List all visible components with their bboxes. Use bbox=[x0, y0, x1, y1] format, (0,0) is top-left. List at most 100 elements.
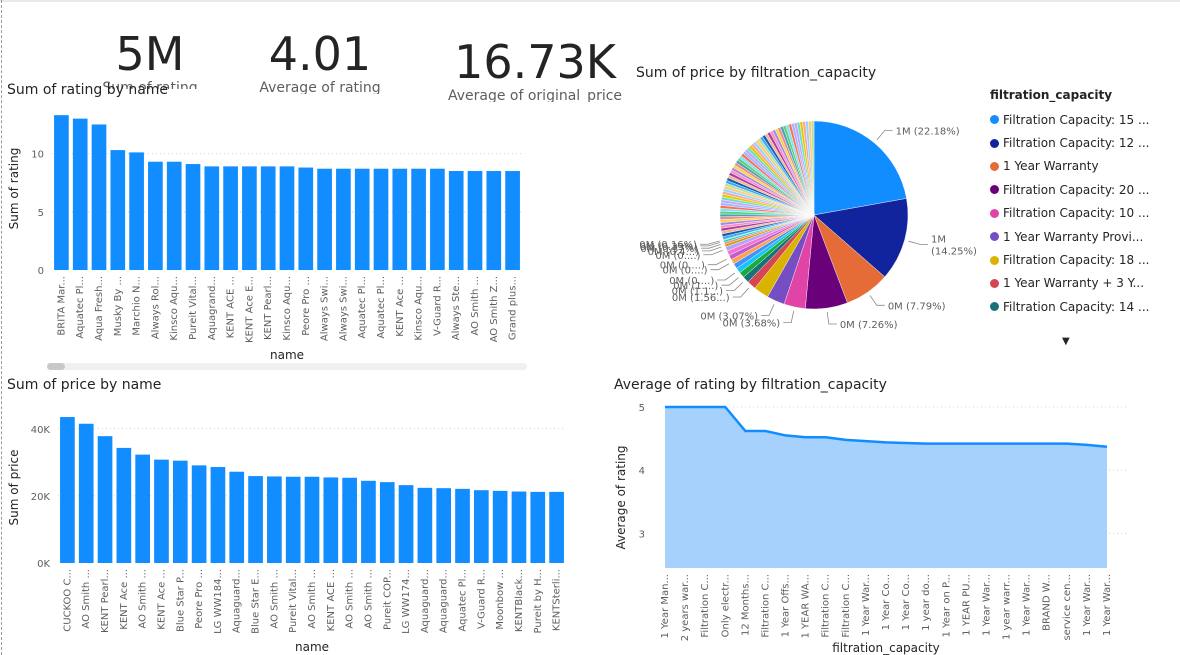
bar[interactable] bbox=[549, 491, 564, 563]
bar[interactable] bbox=[191, 465, 207, 563]
x-axis-label: name bbox=[270, 348, 304, 362]
x-tick-label: Aqua Fresh... bbox=[94, 276, 105, 341]
bar[interactable] bbox=[204, 166, 220, 270]
bar[interactable] bbox=[260, 166, 276, 270]
pie-leader-line bbox=[721, 277, 739, 286]
bar[interactable] bbox=[166, 161, 182, 270]
x-tick-label: 1 Year War... bbox=[861, 574, 872, 636]
bar[interactable] bbox=[342, 477, 357, 563]
x-tick-label: AO Smith Z... bbox=[489, 276, 500, 342]
x-tick-label: Filtration C... bbox=[700, 574, 711, 638]
x-tick-label: Always Ste... bbox=[451, 276, 462, 340]
bar[interactable] bbox=[97, 436, 113, 563]
x-tick-label: service cen... bbox=[1062, 574, 1073, 641]
bar[interactable] bbox=[486, 171, 502, 270]
bar[interactable] bbox=[417, 487, 433, 563]
bar[interactable] bbox=[505, 171, 520, 270]
x-tick-label: KENT Ace ... bbox=[119, 569, 130, 630]
bar[interactable] bbox=[91, 124, 107, 270]
x-tick-label: Marchio N... bbox=[132, 276, 143, 336]
bar[interactable] bbox=[172, 460, 188, 563]
bar[interactable] bbox=[185, 164, 201, 270]
bar[interactable] bbox=[511, 491, 527, 563]
pie-data-label: 0M (7.79%) bbox=[888, 301, 946, 312]
bar[interactable] bbox=[154, 459, 169, 563]
pie-data-label: 0M (3.07%) bbox=[700, 311, 758, 322]
x-tick-label: Always Swi... bbox=[338, 276, 349, 341]
bar[interactable] bbox=[116, 447, 132, 563]
y-tick-label: 20K bbox=[31, 492, 51, 503]
x-tick-label: Filtration C... bbox=[821, 574, 832, 638]
bar[interactable] bbox=[229, 471, 245, 563]
bar[interactable] bbox=[473, 490, 489, 563]
bar[interactable] bbox=[129, 152, 144, 270]
bar[interactable] bbox=[285, 476, 301, 563]
bar[interactable] bbox=[223, 166, 238, 270]
bar[interactable] bbox=[148, 161, 163, 270]
bar[interactable] bbox=[248, 476, 263, 563]
pie-leader-line bbox=[876, 130, 893, 141]
bar[interactable] bbox=[242, 166, 257, 270]
y-axis-label: Sum of rating bbox=[7, 148, 21, 230]
bar[interactable] bbox=[317, 168, 332, 270]
x-tick-label: Aquatec Pl... bbox=[458, 569, 469, 632]
x-tick-label: 1 Year on P... bbox=[941, 574, 952, 638]
pie-leader-line bbox=[783, 310, 795, 324]
bar[interactable] bbox=[455, 488, 470, 563]
bar[interactable] bbox=[72, 118, 88, 271]
x-tick-label: Only electr... bbox=[720, 574, 731, 637]
bar[interactable] bbox=[60, 417, 75, 563]
bar[interactable] bbox=[361, 480, 376, 563]
x-tick-label: CUCKOO C... bbox=[62, 569, 73, 632]
bar[interactable] bbox=[392, 168, 408, 270]
x-tick-label: LG WW174... bbox=[401, 569, 412, 634]
bar[interactable] bbox=[492, 490, 508, 563]
pie-leader-line bbox=[726, 282, 744, 292]
x-tick-label: 1 year do... bbox=[921, 574, 932, 631]
x-axis-label: name bbox=[295, 640, 329, 654]
bar[interactable] bbox=[436, 488, 452, 563]
x-tick-label: 12 Months... bbox=[740, 574, 751, 636]
bar[interactable] bbox=[379, 482, 395, 563]
bar[interactable] bbox=[110, 150, 126, 270]
bar[interactable] bbox=[398, 485, 414, 563]
x-tick-label: Aquagrand... bbox=[207, 276, 218, 340]
y-axis-label: Sum of price bbox=[7, 450, 21, 526]
bar[interactable] bbox=[411, 168, 426, 270]
bar[interactable] bbox=[373, 168, 389, 270]
x-tick-label: Always Swi... bbox=[320, 276, 331, 341]
y-tick-label: 4 bbox=[639, 466, 645, 477]
bar[interactable] bbox=[304, 476, 320, 563]
bar[interactable] bbox=[135, 454, 151, 563]
x-tick-label: Aquaguard... bbox=[420, 569, 431, 633]
bar[interactable] bbox=[267, 476, 282, 563]
bar[interactable] bbox=[336, 168, 351, 270]
bar[interactable] bbox=[448, 171, 464, 270]
bar[interactable] bbox=[279, 166, 295, 270]
bar[interactable] bbox=[78, 423, 94, 563]
x-tick-label: 1 year warr... bbox=[1002, 574, 1013, 640]
bar[interactable] bbox=[430, 168, 445, 270]
bar[interactable] bbox=[54, 115, 69, 271]
bar[interactable] bbox=[323, 477, 339, 563]
x-tick-label: Filtration C... bbox=[760, 574, 771, 638]
x-tick-label: V-Guard R... bbox=[476, 569, 487, 629]
x-tick-label: AO Smith ... bbox=[138, 569, 149, 629]
pie-data-label: 0M (0....) bbox=[669, 276, 714, 287]
bar[interactable] bbox=[354, 168, 370, 270]
x-tick-label: Musky By ... bbox=[113, 276, 124, 336]
x-tick-label: 1 Year War... bbox=[1082, 574, 1093, 636]
pie-data-label: (14.25%) bbox=[931, 246, 977, 257]
bar[interactable] bbox=[210, 467, 226, 563]
x-tick-label: AO Smith ... bbox=[307, 569, 318, 629]
bar[interactable] bbox=[298, 167, 314, 270]
x-tick-label: V-Guard R... bbox=[432, 276, 443, 336]
x-tick-label: Kinsco Aqu... bbox=[169, 276, 180, 341]
x-tick-label: Blue Star P... bbox=[175, 569, 186, 632]
x-tick-label: AO Smith ... bbox=[363, 569, 374, 629]
bar[interactable] bbox=[530, 491, 546, 563]
x-tick-label: Blue Star E... bbox=[251, 569, 262, 634]
x-tick-label: 1 Year Co... bbox=[901, 574, 912, 630]
x-tick-label: 1 Year War... bbox=[981, 574, 992, 636]
bar[interactable] bbox=[467, 171, 483, 270]
